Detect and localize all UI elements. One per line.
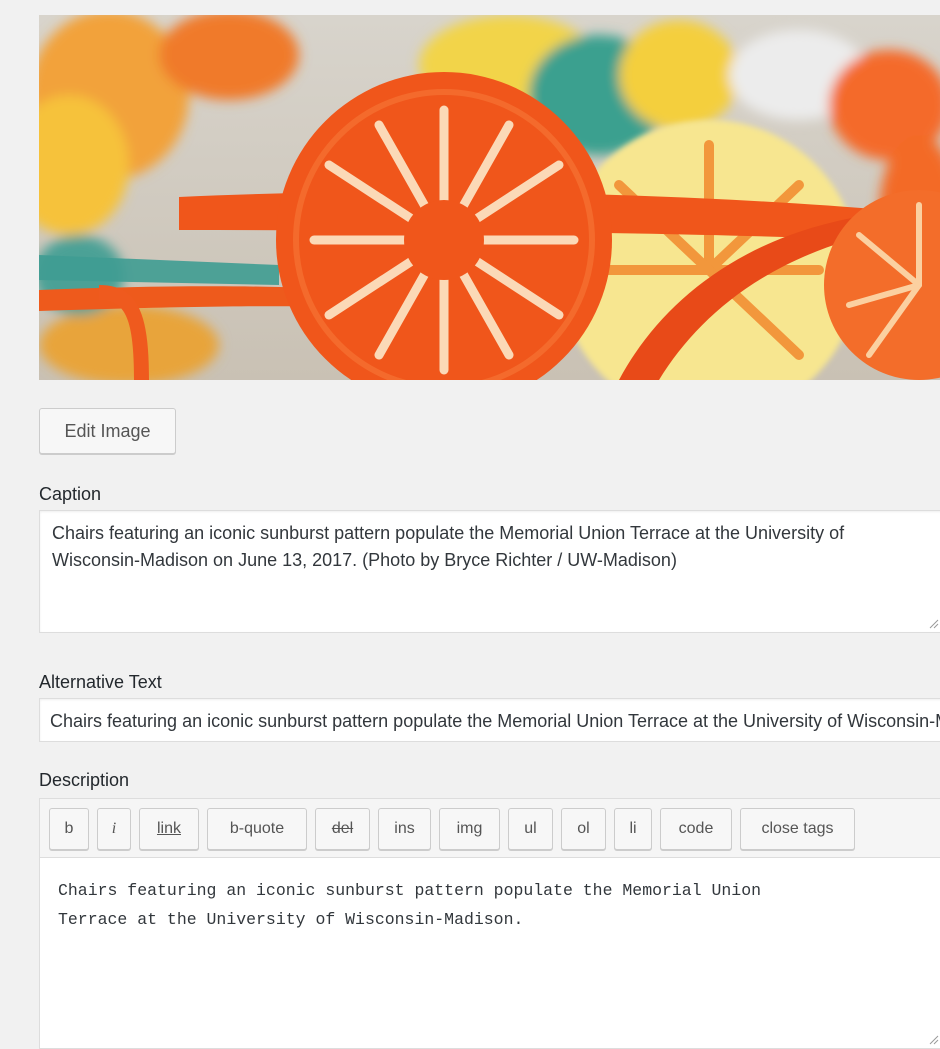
qt-ol-label: ol — [577, 820, 590, 837]
caption-textarea[interactable]: Chairs featuring an iconic sunburst patt… — [39, 510, 940, 633]
qt-del-label: del — [331, 820, 354, 837]
qt-code-label: code — [678, 820, 714, 837]
qt-li-label: li — [629, 820, 637, 837]
qt-code-button[interactable]: code — [660, 808, 732, 850]
qt-close-tags-button[interactable]: close tags — [740, 808, 855, 850]
qt-bquote-button[interactable]: b-quote — [207, 808, 307, 850]
qt-italic-label: i — [111, 820, 117, 837]
description-label: Description — [39, 770, 130, 790]
qt-bquote-label: b-quote — [229, 820, 285, 837]
qt-ins-button[interactable]: ins — [378, 808, 431, 850]
qt-close-tags-label: close tags — [761, 820, 834, 837]
attachment-image — [39, 15, 940, 380]
qt-del-button[interactable]: del — [315, 808, 370, 850]
qt-ol-button[interactable]: ol — [561, 808, 606, 850]
qt-italic-button[interactable]: i — [97, 808, 131, 850]
qt-ul-button[interactable]: ul — [508, 808, 553, 850]
chairs-photo — [39, 15, 940, 380]
caption-text: Chairs featuring an iconic sunburst patt… — [52, 523, 845, 570]
qt-ul-label: ul — [524, 820, 537, 837]
description-textarea[interactable]: Chairs featuring an iconic sunburst patt… — [39, 857, 940, 1049]
qt-img-button[interactable]: img — [439, 808, 500, 850]
qt-li-button[interactable]: li — [614, 808, 652, 850]
qt-img-label: img — [456, 820, 483, 837]
qt-link-label: link — [156, 820, 181, 837]
qt-ins-label: ins — [394, 820, 415, 837]
alt-text-input[interactable]: Chairs featuring an iconic sunburst patt… — [39, 698, 940, 742]
caption-label: Caption — [39, 484, 102, 504]
qt-bold-label: b — [64, 820, 74, 837]
edit-image-button[interactable]: Edit Image — [39, 408, 176, 454]
resize-grip-icon[interactable] — [929, 619, 939, 629]
resize-grip-icon[interactable] — [929, 1035, 939, 1045]
description-text: Chairs featuring an iconic sunburst patt… — [58, 881, 762, 929]
alt-text-label: Alternative Text — [39, 672, 162, 692]
qt-link-button[interactable]: link — [139, 808, 199, 850]
qt-bold-button[interactable]: b — [49, 808, 89, 850]
